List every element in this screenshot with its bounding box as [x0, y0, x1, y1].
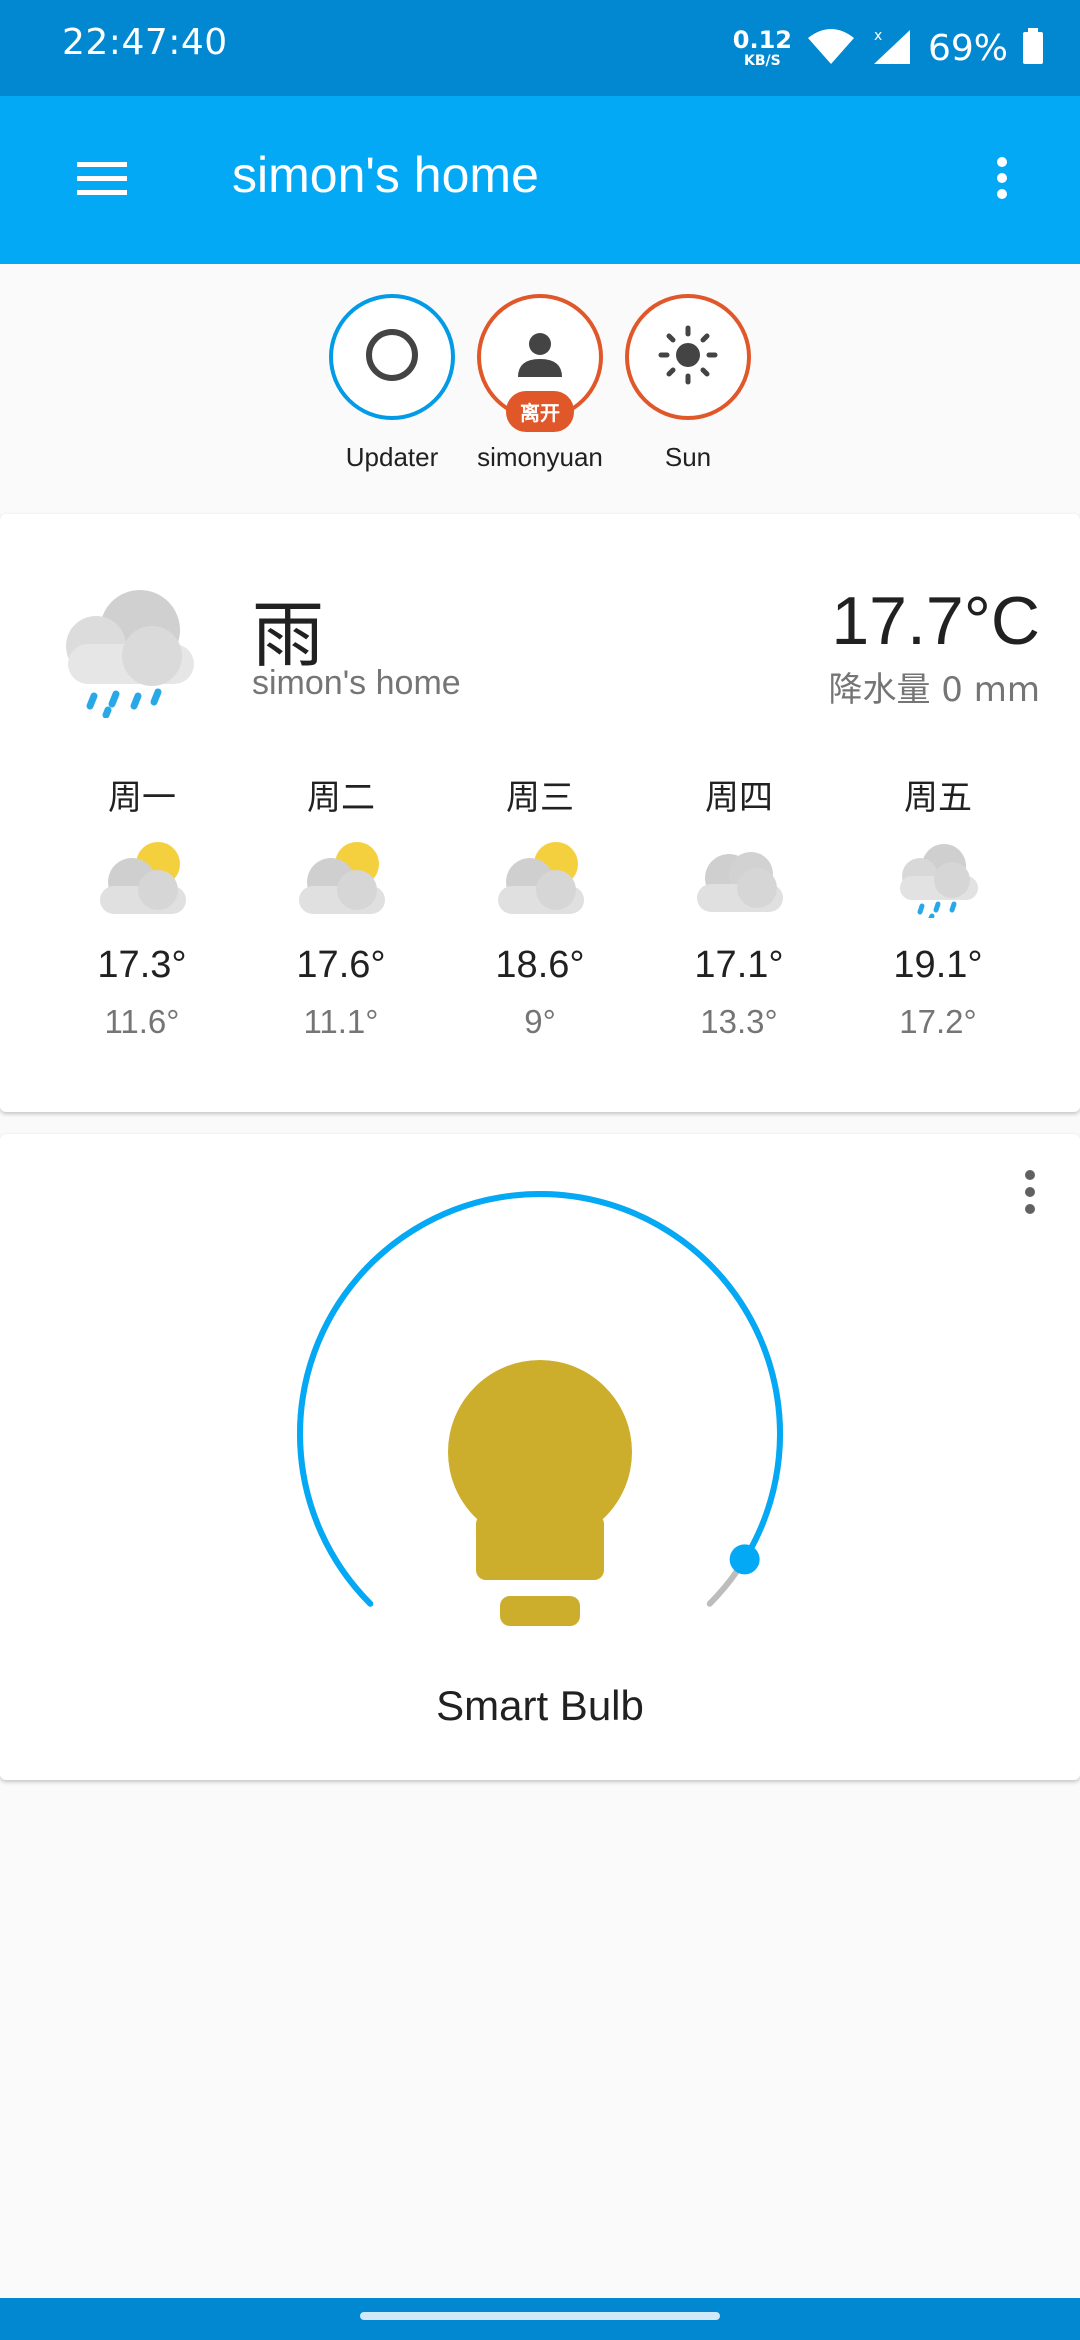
badge-label: simonyuan [477, 442, 603, 472]
page-title: simon's home [232, 147, 539, 203]
forecast-row: 周一 17.3° 11.6° 周二 17.6° 11.1° 周三 18.6° 9… [0, 770, 1080, 1090]
forecast-day: 周五 19.1° 17.2° [838, 770, 1038, 1041]
system-nav-bar [0, 2298, 1080, 2340]
rain-cloud-icon [888, 836, 988, 921]
network-speed-unit: KB/S [744, 53, 781, 69]
network-speed-value: 0.12 [732, 26, 792, 54]
battery-icon [1022, 26, 1044, 70]
lightbulb-icon[interactable] [448, 1360, 632, 1626]
circle-outline-icon [362, 325, 422, 389]
current-temperature: 17.7°C [831, 583, 1040, 659]
forecast-day-name: 周五 [904, 778, 972, 818]
weather-location: simon's home [252, 664, 461, 702]
more-vertical-icon [1024, 1169, 1036, 1219]
weather-card[interactable]: 雨 simon's home 17.7°C 降水量 0 mm 周一 17.3° … [0, 514, 1080, 1112]
light-more-button[interactable] [1000, 1164, 1060, 1224]
svg-text:x: x [874, 28, 882, 44]
status-time: 22:47:40 [62, 22, 228, 63]
badge-circle [329, 294, 455, 420]
forecast-day-name: 周四 [705, 778, 773, 818]
home-gesture-handle[interactable] [360, 2312, 720, 2320]
forecast-low: 9° [524, 1003, 556, 1040]
partly-cloudy-icon [490, 836, 590, 918]
sun-icon [657, 324, 719, 390]
forecast-day: 周二 17.6° 11.1° [241, 770, 441, 1041]
badge-circle [625, 294, 751, 420]
forecast-low: 13.3° [700, 1003, 778, 1040]
forecast-day-name: 周二 [307, 778, 375, 818]
brightness-dial[interactable] [290, 1184, 790, 1684]
forecast-high: 17.1° [694, 944, 784, 986]
forecast-day-name: 周一 [108, 778, 176, 818]
light-name: Smart Bulb [436, 1682, 644, 1729]
rain-cloud-icon [48, 568, 208, 722]
badge-simonyuan[interactable]: 离开 simonyuan [470, 294, 610, 473]
forecast-high: 17.3° [97, 944, 187, 986]
wifi-icon [806, 26, 856, 70]
person-icon [512, 327, 568, 387]
badge-status-tag: 离开 [506, 391, 574, 432]
badges-row: Updater 离开 simonyuan Sun [0, 294, 1080, 494]
badge-updater[interactable]: Updater [322, 294, 462, 473]
partly-cloudy-icon [291, 836, 391, 918]
forecast-day: 周四 17.1° 13.3° [639, 770, 839, 1041]
forecast-high: 17.6° [296, 944, 386, 986]
precipitation: 降水量 0 mm [828, 670, 1041, 710]
badge-label: Updater [345, 442, 439, 472]
cell-signal-icon: x [870, 26, 914, 70]
forecast-low: 17.2° [899, 1003, 977, 1040]
forecast-day: 周三 18.6° 9° [440, 770, 640, 1041]
partly-cloudy-icon [92, 836, 192, 918]
cloudy-icon [689, 836, 789, 918]
brightness-handle[interactable] [729, 1544, 760, 1575]
badge-sun[interactable]: Sun [618, 294, 758, 473]
status-icons: 0.12 KB/S x 69% [733, 20, 1044, 76]
status-bar: 22:47:40 0.12 KB/S x 69% [0, 0, 1080, 96]
forecast-high: 18.6° [495, 944, 585, 986]
forecast-low: 11.1° [303, 1003, 379, 1040]
forecast-day-name: 周三 [506, 778, 574, 818]
forecast-day: 周一 17.3° 11.6° [42, 770, 242, 1041]
forecast-high: 19.1° [893, 944, 983, 986]
menu-button[interactable] [62, 140, 142, 220]
network-speed: 0.12 KB/S [733, 28, 792, 68]
light-card: Smart Bulb [0, 1134, 1080, 1780]
more-vertical-icon [996, 156, 1008, 204]
badge-label: Sun [664, 442, 712, 472]
battery-percent: 69% [927, 27, 1008, 69]
app-bar: simon's home [0, 96, 1080, 264]
badge-circle: 离开 [477, 294, 603, 432]
forecast-low: 11.6° [104, 1003, 180, 1040]
overflow-menu-button[interactable] [962, 140, 1042, 220]
hamburger-menu-icon [77, 160, 127, 200]
